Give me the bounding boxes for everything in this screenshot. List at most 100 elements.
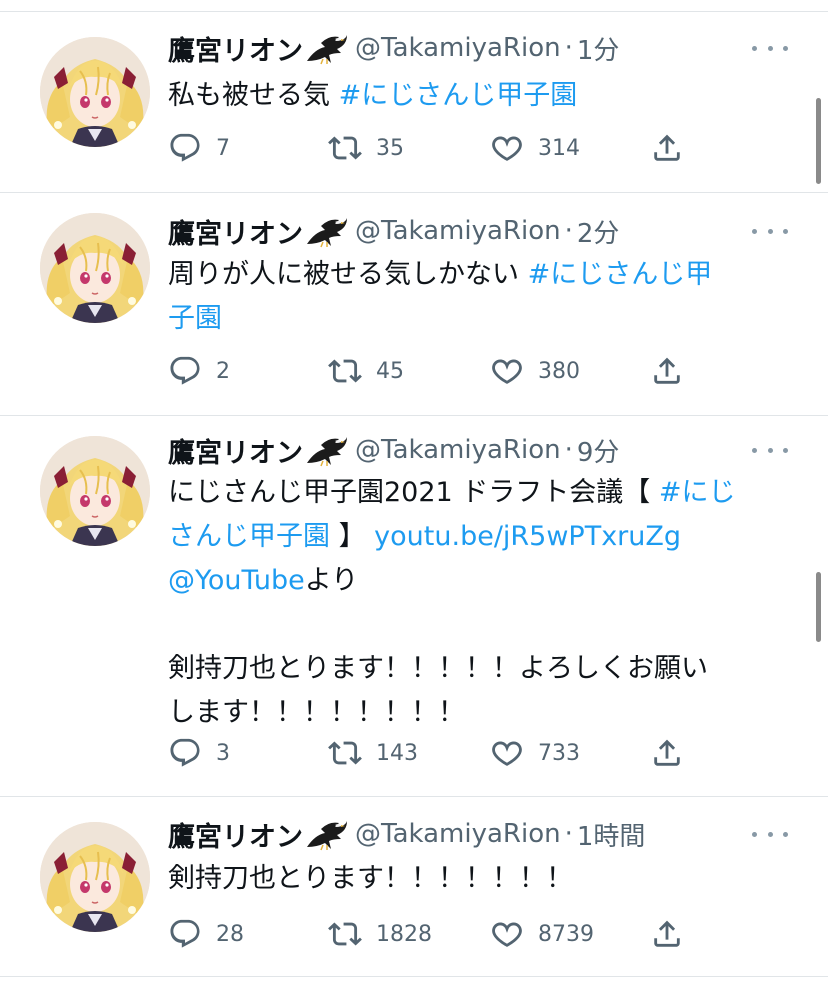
- display-name[interactable]: 鷹宮リオン: [168, 29, 303, 68]
- user-handle[interactable]: @TakamiyaRion: [355, 216, 561, 246]
- display-name[interactable]: 鷹宮リオン: [168, 212, 303, 251]
- retweet-count: 1828: [376, 921, 432, 947]
- tweet-line: します！！！！！！！！: [168, 691, 798, 735]
- scrollbar-top[interactable]: [816, 98, 821, 184]
- tweet[interactable]: 鷹宮リオン @TakamiyaRion · 9分 にじさんじ甲子園2021 ドラ…: [0, 416, 828, 797]
- tweet-actions: 3 143 733: [168, 733, 708, 773]
- share-icon: [650, 131, 684, 165]
- retweet-button[interactable]: 45: [328, 351, 404, 391]
- retweet-button[interactable]: 143: [328, 733, 418, 773]
- tweet-link[interactable]: @YouTube: [168, 565, 305, 596]
- tweet-text: 剣持刀也とります！！！！！よろしくお願い: [168, 653, 708, 684]
- heart-icon: [490, 917, 524, 951]
- display-name[interactable]: 鷹宮リオン: [168, 815, 303, 854]
- like-count: 380: [538, 358, 580, 384]
- eagle-icon: [305, 817, 349, 851]
- tweet-actions: 28 1828 8739: [168, 914, 708, 954]
- user-handle[interactable]: @TakamiyaRion: [355, 435, 561, 465]
- scrollbar-thumb[interactable]: [816, 572, 821, 642]
- tweet[interactable]: 鷹宮リオン @TakamiyaRion · 2分 周りが人に被せる気しかない #…: [0, 193, 828, 416]
- retweet-count: 143: [376, 740, 418, 766]
- tweet-line: [168, 603, 798, 647]
- avatar[interactable]: [40, 213, 150, 323]
- retweet-icon: [328, 354, 362, 388]
- retweet-count: 35: [376, 135, 404, 161]
- avatar[interactable]: [40, 37, 150, 147]
- avatar[interactable]: [40, 822, 150, 932]
- reply-button[interactable]: 28: [168, 914, 244, 954]
- tweet-link[interactable]: youtu.be/jR5wPTxruZg: [374, 521, 681, 552]
- timestamp[interactable]: 1時間: [577, 816, 646, 853]
- share-icon: [650, 736, 684, 770]
- tweet-line: 周りが人に被せる気しかない #にじさんじ甲: [168, 253, 798, 297]
- share-button[interactable]: [650, 733, 684, 773]
- retweet-icon: [328, 131, 362, 165]
- tweet-header: 鷹宮リオン @TakamiyaRion · 1時間: [168, 814, 645, 854]
- separator-dot: ·: [564, 435, 573, 465]
- more-icon[interactable]: [752, 824, 788, 844]
- reply-count: 2: [216, 358, 230, 384]
- separator-dot: ·: [564, 819, 573, 849]
- tweet-link[interactable]: さんじ甲子園: [168, 521, 330, 552]
- reply-count: 28: [216, 921, 244, 947]
- heart-icon: [490, 736, 524, 770]
- like-count: 314: [538, 135, 580, 161]
- share-button[interactable]: [650, 128, 684, 168]
- timestamp[interactable]: 1分: [577, 30, 620, 67]
- tweet-actions: 7 35 314: [168, 128, 708, 168]
- timestamp[interactable]: 2分: [577, 213, 620, 250]
- tweet-body: 剣持刀也とります！！！！！！！: [168, 857, 798, 901]
- tweet-text: 周りが人に被せる気しかない: [168, 259, 528, 290]
- retweet-button[interactable]: 35: [328, 128, 404, 168]
- tweet-body: 周りが人に被せる気しかない #にじさんじ甲子園: [168, 253, 798, 341]
- timestamp[interactable]: 9分: [577, 432, 620, 469]
- tweet-line: 私も被せる気 #にじさんじ甲子園: [168, 74, 798, 118]
- user-handle[interactable]: @TakamiyaRion: [355, 33, 561, 63]
- eagle-icon: [305, 31, 349, 65]
- more-icon[interactable]: [752, 38, 788, 58]
- reply-button[interactable]: 3: [168, 733, 230, 773]
- like-button[interactable]: 8739: [490, 914, 594, 954]
- user-handle[interactable]: @TakamiyaRion: [355, 819, 561, 849]
- display-name[interactable]: 鷹宮リオン: [168, 431, 303, 470]
- tweet-line: 子園: [168, 297, 798, 341]
- reply-icon: [168, 736, 202, 770]
- tweet-link[interactable]: 子園: [168, 303, 222, 334]
- timeline: 鷹宮リオン @TakamiyaRion · 1分 私も被せる気 #にじさんじ甲子…: [0, 0, 828, 989]
- eagle-icon: [305, 433, 349, 467]
- tweet-link[interactable]: #にじさんじ甲: [528, 259, 713, 290]
- tweet[interactable]: 鷹宮リオン @TakamiyaRion · 1分 私も被せる気 #にじさんじ甲子…: [0, 12, 828, 193]
- separator-dot: ·: [564, 33, 573, 63]
- tweet-body: にじさんじ甲子園2021 ドラフト会議【 #にじ さんじ甲子園 】 youtu.b…: [168, 471, 798, 735]
- tweet-link[interactable]: #にじさんじ甲子園: [339, 80, 578, 111]
- retweet-count: 45: [376, 358, 404, 384]
- reply-icon: [168, 917, 202, 951]
- more-icon[interactable]: [752, 440, 788, 460]
- reply-count: 3: [216, 740, 230, 766]
- retweet-icon: [328, 917, 362, 951]
- tweet-link[interactable]: #にじ: [659, 477, 736, 508]
- like-count: 8739: [538, 921, 594, 947]
- avatar[interactable]: [40, 436, 150, 546]
- reply-icon: [168, 354, 202, 388]
- reply-button[interactable]: 2: [168, 351, 230, 391]
- tweet-text: 私も被せる気: [168, 80, 339, 111]
- share-button[interactable]: [650, 351, 684, 391]
- like-button[interactable]: 733: [490, 733, 580, 773]
- reply-button[interactable]: 7: [168, 128, 230, 168]
- tweet-text: にじさんじ甲子園2021 ドラフト会議【: [168, 477, 659, 508]
- tweet-actions: 2 45 380: [168, 351, 708, 391]
- more-icon[interactable]: [752, 221, 788, 241]
- retweet-button[interactable]: 1828: [328, 914, 432, 954]
- tweet[interactable]: 鷹宮リオン @TakamiyaRion · 1時間 剣持刀也とります！！！！！！…: [0, 797, 828, 977]
- like-button[interactable]: 314: [490, 128, 580, 168]
- like-button[interactable]: 380: [490, 351, 580, 391]
- reply-icon: [168, 131, 202, 165]
- share-button[interactable]: [650, 914, 684, 954]
- tweet-text: より: [304, 565, 359, 596]
- tweet-header: 鷹宮リオン @TakamiyaRion · 2分: [168, 211, 619, 251]
- tweet-header: 鷹宮リオン @TakamiyaRion · 9分: [168, 430, 619, 470]
- separator-dot: ·: [564, 216, 573, 246]
- eagle-icon: [305, 214, 349, 248]
- heart-icon: [490, 354, 524, 388]
